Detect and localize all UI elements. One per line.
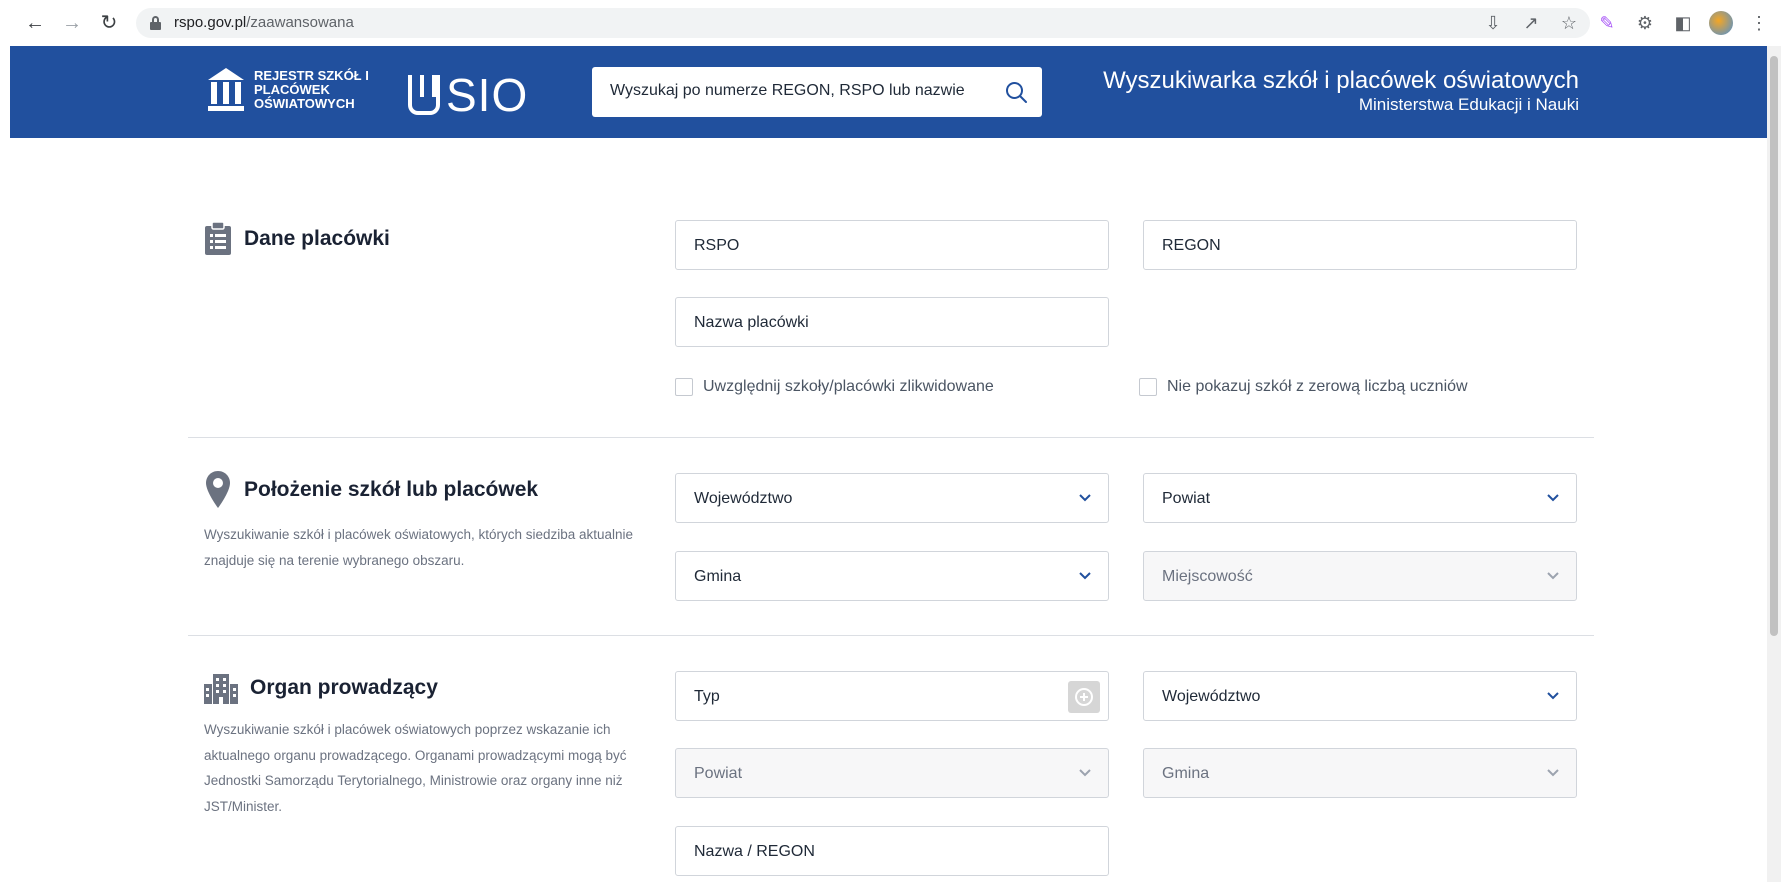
nazwa-placowki-field[interactable]: Nazwa placówki bbox=[675, 297, 1109, 347]
share-icon[interactable]: ↗ bbox=[1519, 11, 1543, 35]
forward-icon[interactable]: → bbox=[59, 10, 85, 36]
nazwa-regon-field[interactable]: Nazwa / REGON bbox=[675, 826, 1109, 876]
section-divider bbox=[188, 437, 1594, 438]
field-label: Nazwa placówki bbox=[694, 314, 809, 331]
header-title-line1: Wyszukiwarka szkół i placówek oświatowyc… bbox=[1103, 67, 1579, 94]
plus-circle-icon[interactable] bbox=[1068, 681, 1100, 713]
chevron-down-icon bbox=[1547, 692, 1559, 700]
regon-field[interactable]: REGON bbox=[1143, 220, 1577, 270]
scrollbar-thumb[interactable] bbox=[1770, 56, 1778, 636]
checkbox-zero-uczniow[interactable]: Nie pokazuj szkół z zerową liczbą ucznió… bbox=[1139, 378, 1468, 396]
checkbox-label: Nie pokazuj szkół z zerową liczbą ucznió… bbox=[1167, 378, 1468, 395]
section-title: Położenie szkół lub placówek bbox=[244, 478, 539, 501]
powiat-select[interactable]: Powiat bbox=[1143, 473, 1577, 523]
avatar[interactable] bbox=[1709, 11, 1733, 35]
field-label: REGON bbox=[1162, 237, 1221, 254]
star-icon[interactable]: ☆ bbox=[1557, 11, 1581, 35]
rspo-logo-text: REJESTR SZKÓŁ I PLACÓWEK OŚWIATOWYCH bbox=[254, 68, 369, 111]
search-placeholder: Wyszukaj po numerze REGON, RSPO lub nazw… bbox=[610, 82, 965, 99]
gmina-select[interactable]: Gmina bbox=[675, 551, 1109, 601]
section-head: Organ prowadzący bbox=[204, 672, 438, 704]
search-input[interactable]: Wyszukaj po numerze REGON, RSPO lub nazw… bbox=[592, 67, 1042, 117]
browser-toolbar: ← → ↻ rspo.gov.pl/zaawansowana ⇩ ↗ ☆ ✎ ⚙… bbox=[0, 0, 1781, 46]
header-title-line2: Ministerstwa Edukacji i Nauki bbox=[1358, 95, 1579, 114]
extensions-icon[interactable]: ⚙ bbox=[1633, 11, 1657, 35]
miejscowosc-select[interactable]: Miejscowość bbox=[1143, 551, 1577, 601]
page-scrollbar[interactable] bbox=[1767, 46, 1781, 882]
chevron-down-icon bbox=[1547, 494, 1559, 502]
section-head: Dane placówki bbox=[204, 222, 390, 256]
field-label: Powiat bbox=[1162, 490, 1211, 507]
address-bar[interactable]: rspo.gov.pl/zaawansowana bbox=[136, 8, 1590, 38]
sio-logo[interactable]: SIO bbox=[408, 68, 528, 122]
url-text: rspo.gov.pl/zaawansowana bbox=[174, 14, 354, 31]
section-head: Położenie szkół lub placówek bbox=[204, 470, 538, 510]
pen-icon[interactable]: ✎ bbox=[1595, 11, 1619, 35]
organ-powiat-select[interactable]: Powiat bbox=[675, 748, 1109, 798]
back-icon[interactable]: ← bbox=[22, 10, 48, 36]
checkbox-box[interactable] bbox=[675, 378, 693, 396]
reload-icon[interactable]: ↻ bbox=[96, 10, 122, 36]
sio-book-icon bbox=[408, 75, 440, 115]
site-header: REJESTR SZKÓŁ I PLACÓWEK OŚWIATOWYCH SIO… bbox=[10, 46, 1771, 138]
section-divider bbox=[188, 635, 1594, 636]
field-label: Gmina bbox=[694, 568, 742, 585]
field-label: Województwo bbox=[1162, 688, 1261, 705]
sidepanel-icon[interactable]: ◧ bbox=[1671, 11, 1695, 35]
chevron-down-icon bbox=[1547, 572, 1559, 580]
section-title: Organ prowadzący bbox=[250, 676, 438, 699]
typ-field[interactable]: Typ bbox=[675, 671, 1109, 721]
lock-icon bbox=[150, 16, 161, 30]
organ-gmina-select[interactable]: Gmina bbox=[1143, 748, 1577, 798]
field-label: Gmina bbox=[1162, 765, 1210, 782]
field-label: Typ bbox=[694, 688, 720, 705]
organ-wojewodztwo-select[interactable]: Województwo bbox=[1143, 671, 1577, 721]
field-label: Nazwa / REGON bbox=[694, 843, 815, 860]
sio-logo-text: SIO bbox=[446, 69, 529, 121]
chevron-down-icon bbox=[1079, 572, 1091, 580]
section-title: Dane placówki bbox=[244, 227, 390, 250]
menu-icon[interactable]: ⋮ bbox=[1747, 11, 1771, 35]
chevron-down-icon bbox=[1079, 494, 1091, 502]
install-icon[interactable]: ⇩ bbox=[1481, 11, 1505, 35]
buildings-icon bbox=[204, 674, 238, 704]
checkbox-label: Uwzględnij szkoły/placówki zlikwidowane bbox=[703, 378, 994, 395]
checkbox-box[interactable] bbox=[1139, 378, 1157, 396]
header-title: Wyszukiwarka szkół i placówek oświatowyc… bbox=[1103, 68, 1579, 116]
clipboard-icon bbox=[205, 222, 231, 255]
map-pin-icon bbox=[206, 471, 230, 508]
chevron-down-icon bbox=[1547, 769, 1559, 777]
field-label: RSPO bbox=[694, 237, 740, 254]
rspo-logo[interactable]: REJESTR SZKÓŁ I PLACÓWEK OŚWIATOWYCH bbox=[208, 68, 374, 112]
chevron-down-icon bbox=[1079, 769, 1091, 777]
section-description: Wyszukiwanie szkół i placówek oświatowyc… bbox=[204, 722, 627, 814]
building-logo-icon bbox=[208, 68, 244, 112]
wojewodztwo-select[interactable]: Województwo bbox=[675, 473, 1109, 523]
rspo-field[interactable]: RSPO bbox=[675, 220, 1109, 270]
section-description: Wyszukiwanie szkół i placówek oświatowyc… bbox=[204, 527, 634, 568]
checkbox-zlikwidowane[interactable]: Uwzględnij szkoły/placówki zlikwidowane bbox=[675, 378, 994, 396]
search-icon[interactable] bbox=[1004, 80, 1028, 104]
field-label: Powiat bbox=[694, 765, 743, 782]
field-label: Województwo bbox=[694, 490, 793, 507]
field-label: Miejscowość bbox=[1162, 568, 1253, 585]
